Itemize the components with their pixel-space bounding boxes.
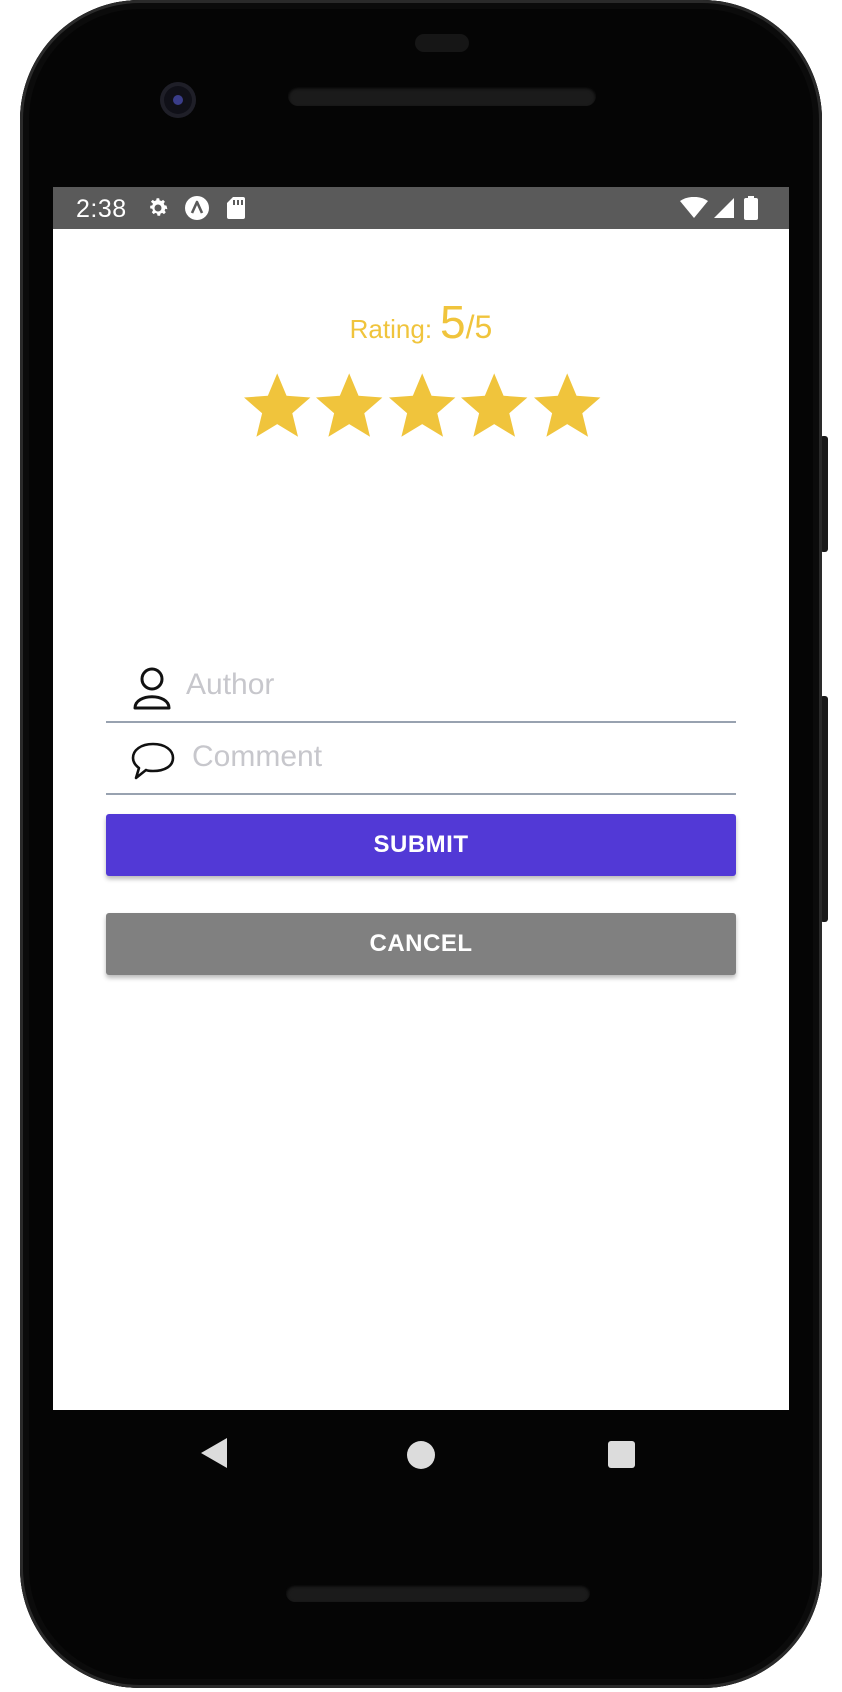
star-icon[interactable] xyxy=(386,369,458,443)
star-icon[interactable] xyxy=(531,369,603,443)
status-bar: 2:38 xyxy=(53,187,789,229)
back-icon[interactable] xyxy=(199,1436,229,1475)
rating-label: Rating: xyxy=(349,314,433,344)
top-speaker xyxy=(288,86,596,106)
home-icon[interactable] xyxy=(407,1441,435,1469)
screen: 2:38 Rating: 5/5 Author Comment SUBMIT C… xyxy=(53,187,789,1410)
comment-field xyxy=(106,725,736,795)
sensor-slot xyxy=(415,34,469,52)
recents-icon[interactable] xyxy=(608,1441,635,1468)
navigation-bar xyxy=(53,1410,789,1510)
rating-display: Rating: 5/5 xyxy=(53,295,789,349)
author-field xyxy=(106,653,736,723)
rating-max: 5 xyxy=(474,309,493,345)
speech-bubble-icon xyxy=(130,741,176,789)
author-input[interactable] xyxy=(186,663,706,707)
cancel-button[interactable]: CANCEL xyxy=(106,913,736,975)
star-rating[interactable] xyxy=(241,369,603,447)
app-notification-icon xyxy=(184,195,210,221)
bottom-speaker xyxy=(286,1584,590,1602)
cellular-signal-icon xyxy=(711,195,737,221)
settings-icon xyxy=(145,195,171,221)
star-icon[interactable] xyxy=(313,369,385,443)
comment-input[interactable] xyxy=(192,735,712,779)
star-icon[interactable] xyxy=(458,369,530,443)
user-icon xyxy=(130,663,174,711)
sd-card-icon xyxy=(223,195,249,221)
star-icon[interactable] xyxy=(241,369,313,443)
battery-icon xyxy=(741,195,761,221)
rating-value: 5 xyxy=(440,296,466,348)
status-time: 2:38 xyxy=(76,195,127,223)
submit-button[interactable]: SUBMIT xyxy=(106,814,736,876)
front-camera xyxy=(160,82,196,118)
wifi-icon xyxy=(679,195,709,221)
rating-separator: / xyxy=(465,309,475,345)
